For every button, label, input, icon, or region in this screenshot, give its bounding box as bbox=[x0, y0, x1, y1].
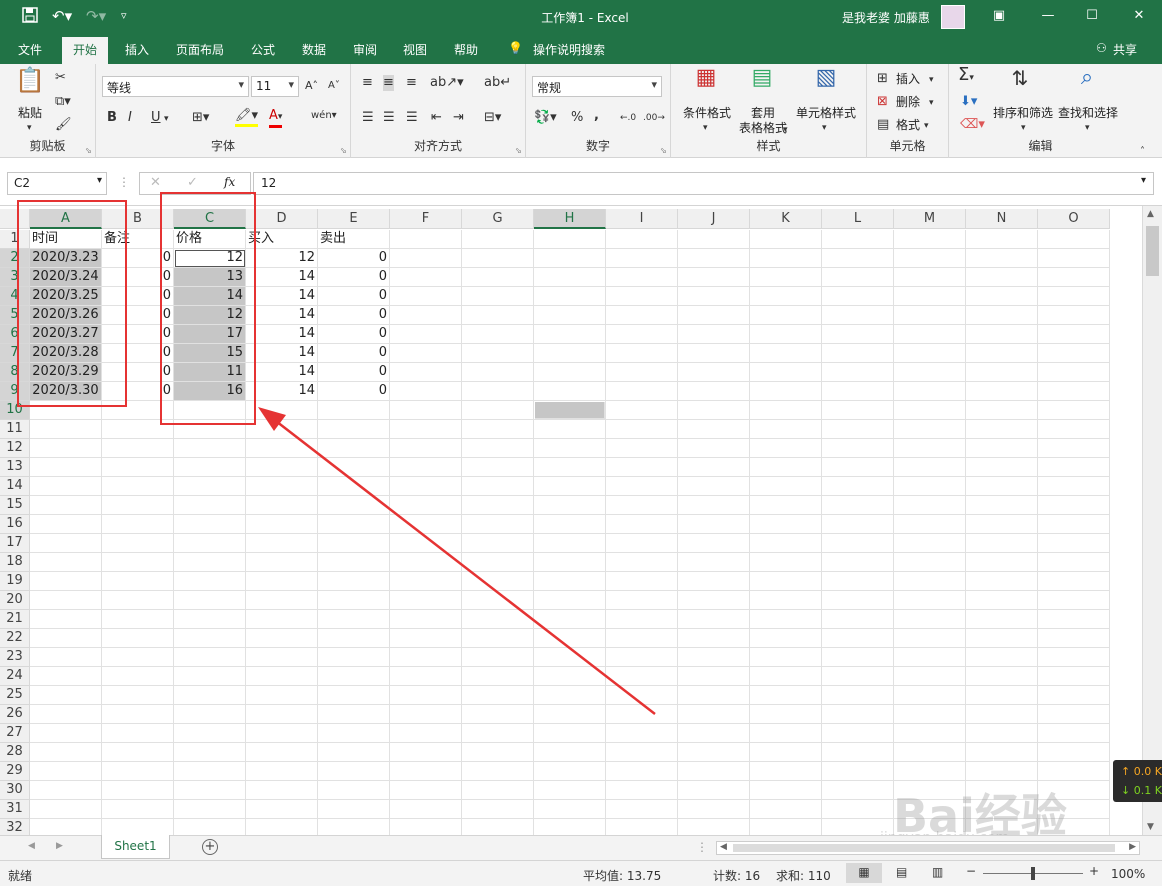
prev-sheet-icon[interactable]: ◀ bbox=[28, 841, 35, 851]
sum-status[interactable]: 求和: 110 bbox=[776, 867, 831, 884]
horizontal-scrollbar[interactable]: ◀ ▶ bbox=[716, 841, 1140, 855]
network-speed-badge: ↑ 0.0 K ↓ 0.1 K bbox=[1113, 760, 1162, 802]
excel-window: ↶▾ ↷▾ ▿ 工作簿1 - Excel 是我老婆 加藤惠 ▣ — ☐ ✕ 文件… bbox=[0, 0, 1162, 886]
horizontal-scroll-thumb[interactable] bbox=[733, 844, 1115, 852]
sheet-tab-bar: ◀ ▶ Sheet1 + ⋮ ◀ ▶ bbox=[0, 835, 1162, 860]
ready-status: 就绪 bbox=[8, 869, 33, 883]
upload-speed: ↑ 0.0 K bbox=[1121, 765, 1162, 778]
add-sheet-icon[interactable]: + bbox=[202, 839, 218, 855]
annotation-arrow bbox=[258, 407, 656, 715]
vertical-scroll-thumb[interactable] bbox=[1146, 226, 1159, 276]
scroll-left-icon[interactable]: ◀ bbox=[720, 842, 727, 852]
zoom-out-icon[interactable]: − bbox=[966, 864, 976, 878]
page-layout-view-icon[interactable]: ▤ bbox=[896, 865, 907, 879]
sheet-tab-sheet1[interactable]: Sheet1 bbox=[101, 835, 170, 859]
count-status[interactable]: 计数: 16 bbox=[713, 867, 760, 884]
page-break-view-icon[interactable]: ▥ bbox=[932, 865, 943, 879]
status-bar: 就绪 平均值: 13.75 计数: 16 求和: 110 ▦ ▤ ▥ − + 1… bbox=[0, 860, 1162, 886]
scroll-right-icon[interactable]: ▶ bbox=[1129, 842, 1136, 852]
download-speed: ↓ 0.1 K bbox=[1121, 784, 1162, 797]
zoom-in-icon[interactable]: + bbox=[1089, 864, 1099, 878]
next-sheet-icon[interactable]: ▶ bbox=[56, 841, 63, 851]
scroll-down-icon[interactable]: ▼ bbox=[1147, 822, 1154, 832]
zoom-level[interactable]: 100% bbox=[1111, 867, 1145, 881]
tab-split-grip-icon[interactable]: ⋮ bbox=[696, 840, 708, 854]
zoom-slider-thumb[interactable] bbox=[1031, 867, 1035, 880]
normal-view-icon[interactable]: ▦ bbox=[846, 863, 882, 883]
vertical-scrollbar[interactable]: ▲ ▼ bbox=[1142, 206, 1162, 835]
average-status[interactable]: 平均值: 13.75 bbox=[583, 867, 661, 884]
scroll-up-icon[interactable]: ▲ bbox=[1147, 209, 1154, 219]
